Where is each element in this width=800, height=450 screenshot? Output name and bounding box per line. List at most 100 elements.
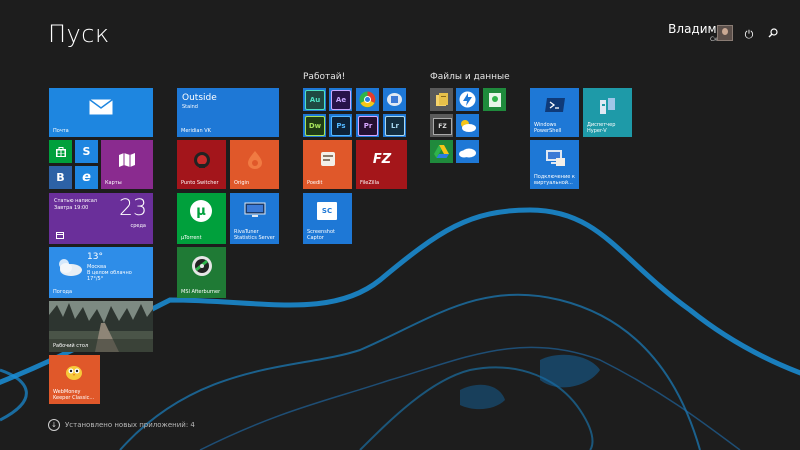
tile-outside-meridian[interactable]: Outside Staind Meridian VK [177,88,279,137]
store-icon [54,145,67,158]
tile-screenshot-captor[interactable]: SC Screenshot Captor [303,193,352,244]
vk-icon: В [56,171,65,184]
tile-after-effects[interactable]: Ae [329,88,352,111]
search-icon[interactable] [766,28,780,42]
powershell-icon [543,96,567,114]
after-effects-icon: Ae [331,90,351,110]
new-apps-text: Установлено новых приложений: 4 [65,421,195,429]
tile-dreamweaver[interactable]: Dw [303,114,326,137]
tile-mail[interactable]: Почта [49,88,153,137]
tile-vk[interactable]: В [49,166,72,189]
tile-label: Диспетчер Hyper-V [587,122,616,134]
avatar[interactable] [717,25,733,41]
weather-cloudy-icon [54,255,84,279]
tile-utorrent[interactable]: µ µTorrent [177,193,226,244]
weather-temp: 13° [87,252,103,262]
tile-label: Подключение к виртуальной... [534,174,575,186]
calendar-day: 23 [119,196,147,221]
tile-label: Погода [53,289,73,295]
network-icon [386,92,403,107]
tile-calendar[interactable]: Статью написал Завтра 19:00 23 среда [49,193,153,244]
tile-onedrive[interactable] [456,140,479,163]
remote-desktop-icon [543,147,567,169]
tile-internet-explorer[interactable]: e [75,166,98,189]
chrome-like-icon [359,91,376,108]
tile-poedit[interactable]: Poedit [303,140,352,189]
weather-range: 17°/5° [87,276,104,282]
tile-label: Windows PowerShell [534,122,562,134]
mail-icon [89,98,113,116]
tile-hyper-v[interactable]: Диспетчер Hyper-V [583,88,632,137]
onedrive-cloud-icon [458,145,477,158]
photoshop-icon: Ps [331,116,351,136]
power-icon[interactable]: ⏻ [742,28,756,42]
group-title-files[interactable]: Файлы и данные [430,72,510,82]
tile-maps[interactable]: Карты [101,140,153,189]
new-apps-notice[interactable]: ↓ Установлено новых приложений: 4 [48,419,195,431]
tile-lightroom[interactable]: Lr [383,114,406,137]
tile-label: Screenshot Captor [307,229,335,241]
tile-origin[interactable]: Origin [230,140,279,189]
skype-icon: S [82,145,91,158]
audition-icon: Au [305,90,325,110]
msi-afterburner-icon [190,254,214,278]
calendar-time: Завтра 19:00 [54,205,89,211]
tile-rivatuner[interactable]: RivaTuner Statistics Server [230,193,279,244]
calendar-event: Статью написал [54,198,97,204]
hyper-v-icon [597,95,619,117]
tile-bolt-app[interactable] [456,88,479,111]
arrow-down-icon[interactable]: ↓ [48,419,60,431]
tile-label: Карты [105,180,122,186]
google-drive-icon [433,144,450,159]
tile-label: FileZilla [360,180,380,186]
tile-filezilla[interactable]: FZ FileZilla [356,140,407,189]
track-title: Outside [182,93,217,103]
tile-punto-switcher[interactable]: Punto Switcher [177,140,226,189]
tile-label: Почта [53,128,69,134]
tile-label: Meridian VK [181,128,211,134]
tile-webmoney[interactable]: WebMoney Keeper Classic... [49,355,100,404]
tile-adobe-audition[interactable]: Au [303,88,326,111]
start-title: Пуск [48,20,110,48]
tile-green-square-app[interactable] [483,88,506,111]
filezilla-icon: FZ [372,151,392,167]
tile-skype[interactable]: S [75,140,98,163]
utorrent-icon: µ [190,200,212,222]
lightroom-icon: Lr [385,116,405,136]
group-title-work[interactable]: Работай! [303,72,345,82]
tile-weather[interactable]: 13° Москва В целом облачно 17°/5° Погода [49,247,153,298]
monitor-icon [243,201,267,219]
internet-explorer-icon: e [82,170,91,185]
tile-network-app[interactable] [383,88,406,111]
track-artist: Staind [182,104,198,110]
punto-switcher-icon [192,150,212,170]
lightning-icon [459,91,476,108]
tile-google-drive[interactable] [430,140,453,163]
tile-remote-desktop[interactable]: Подключение к виртуальной... [530,140,579,189]
tile-green-app[interactable] [356,88,379,111]
tile-label: Origin [234,180,250,186]
tile-premiere[interactable]: Pr [356,114,379,137]
document-icon [487,91,502,108]
tile-store[interactable] [49,140,72,163]
screenshot-captor-icon: SC [317,202,337,220]
premiere-icon: Pr [358,116,378,136]
sun-cloud-icon [458,118,477,133]
tile-label: Рабочий стол [53,343,89,349]
calendar-icon [55,231,64,239]
tile-label: Poedit [307,180,323,186]
tile-filezilla-server[interactable]: FZ [430,114,453,137]
origin-icon [245,149,265,171]
tile-label: RivaTuner Statistics Server [234,229,275,241]
tile-powershell[interactable]: Windows PowerShell [530,88,579,137]
tile-msi-afterburner[interactable]: MSI Afterburner [177,247,226,298]
webmoney-bird-icon [62,361,86,383]
tile-photoshop[interactable]: Ps [329,114,352,137]
tile-weather-cloud-app[interactable] [456,114,479,137]
tile-total-commander[interactable] [430,88,453,111]
tile-label: MSI Afterburner [181,289,221,295]
tile-label: µTorrent [181,235,202,241]
tile-desktop[interactable]: Рабочий стол [49,301,153,352]
filezilla-server-icon: FZ [433,118,452,135]
tile-label: Punto Switcher [181,180,219,186]
